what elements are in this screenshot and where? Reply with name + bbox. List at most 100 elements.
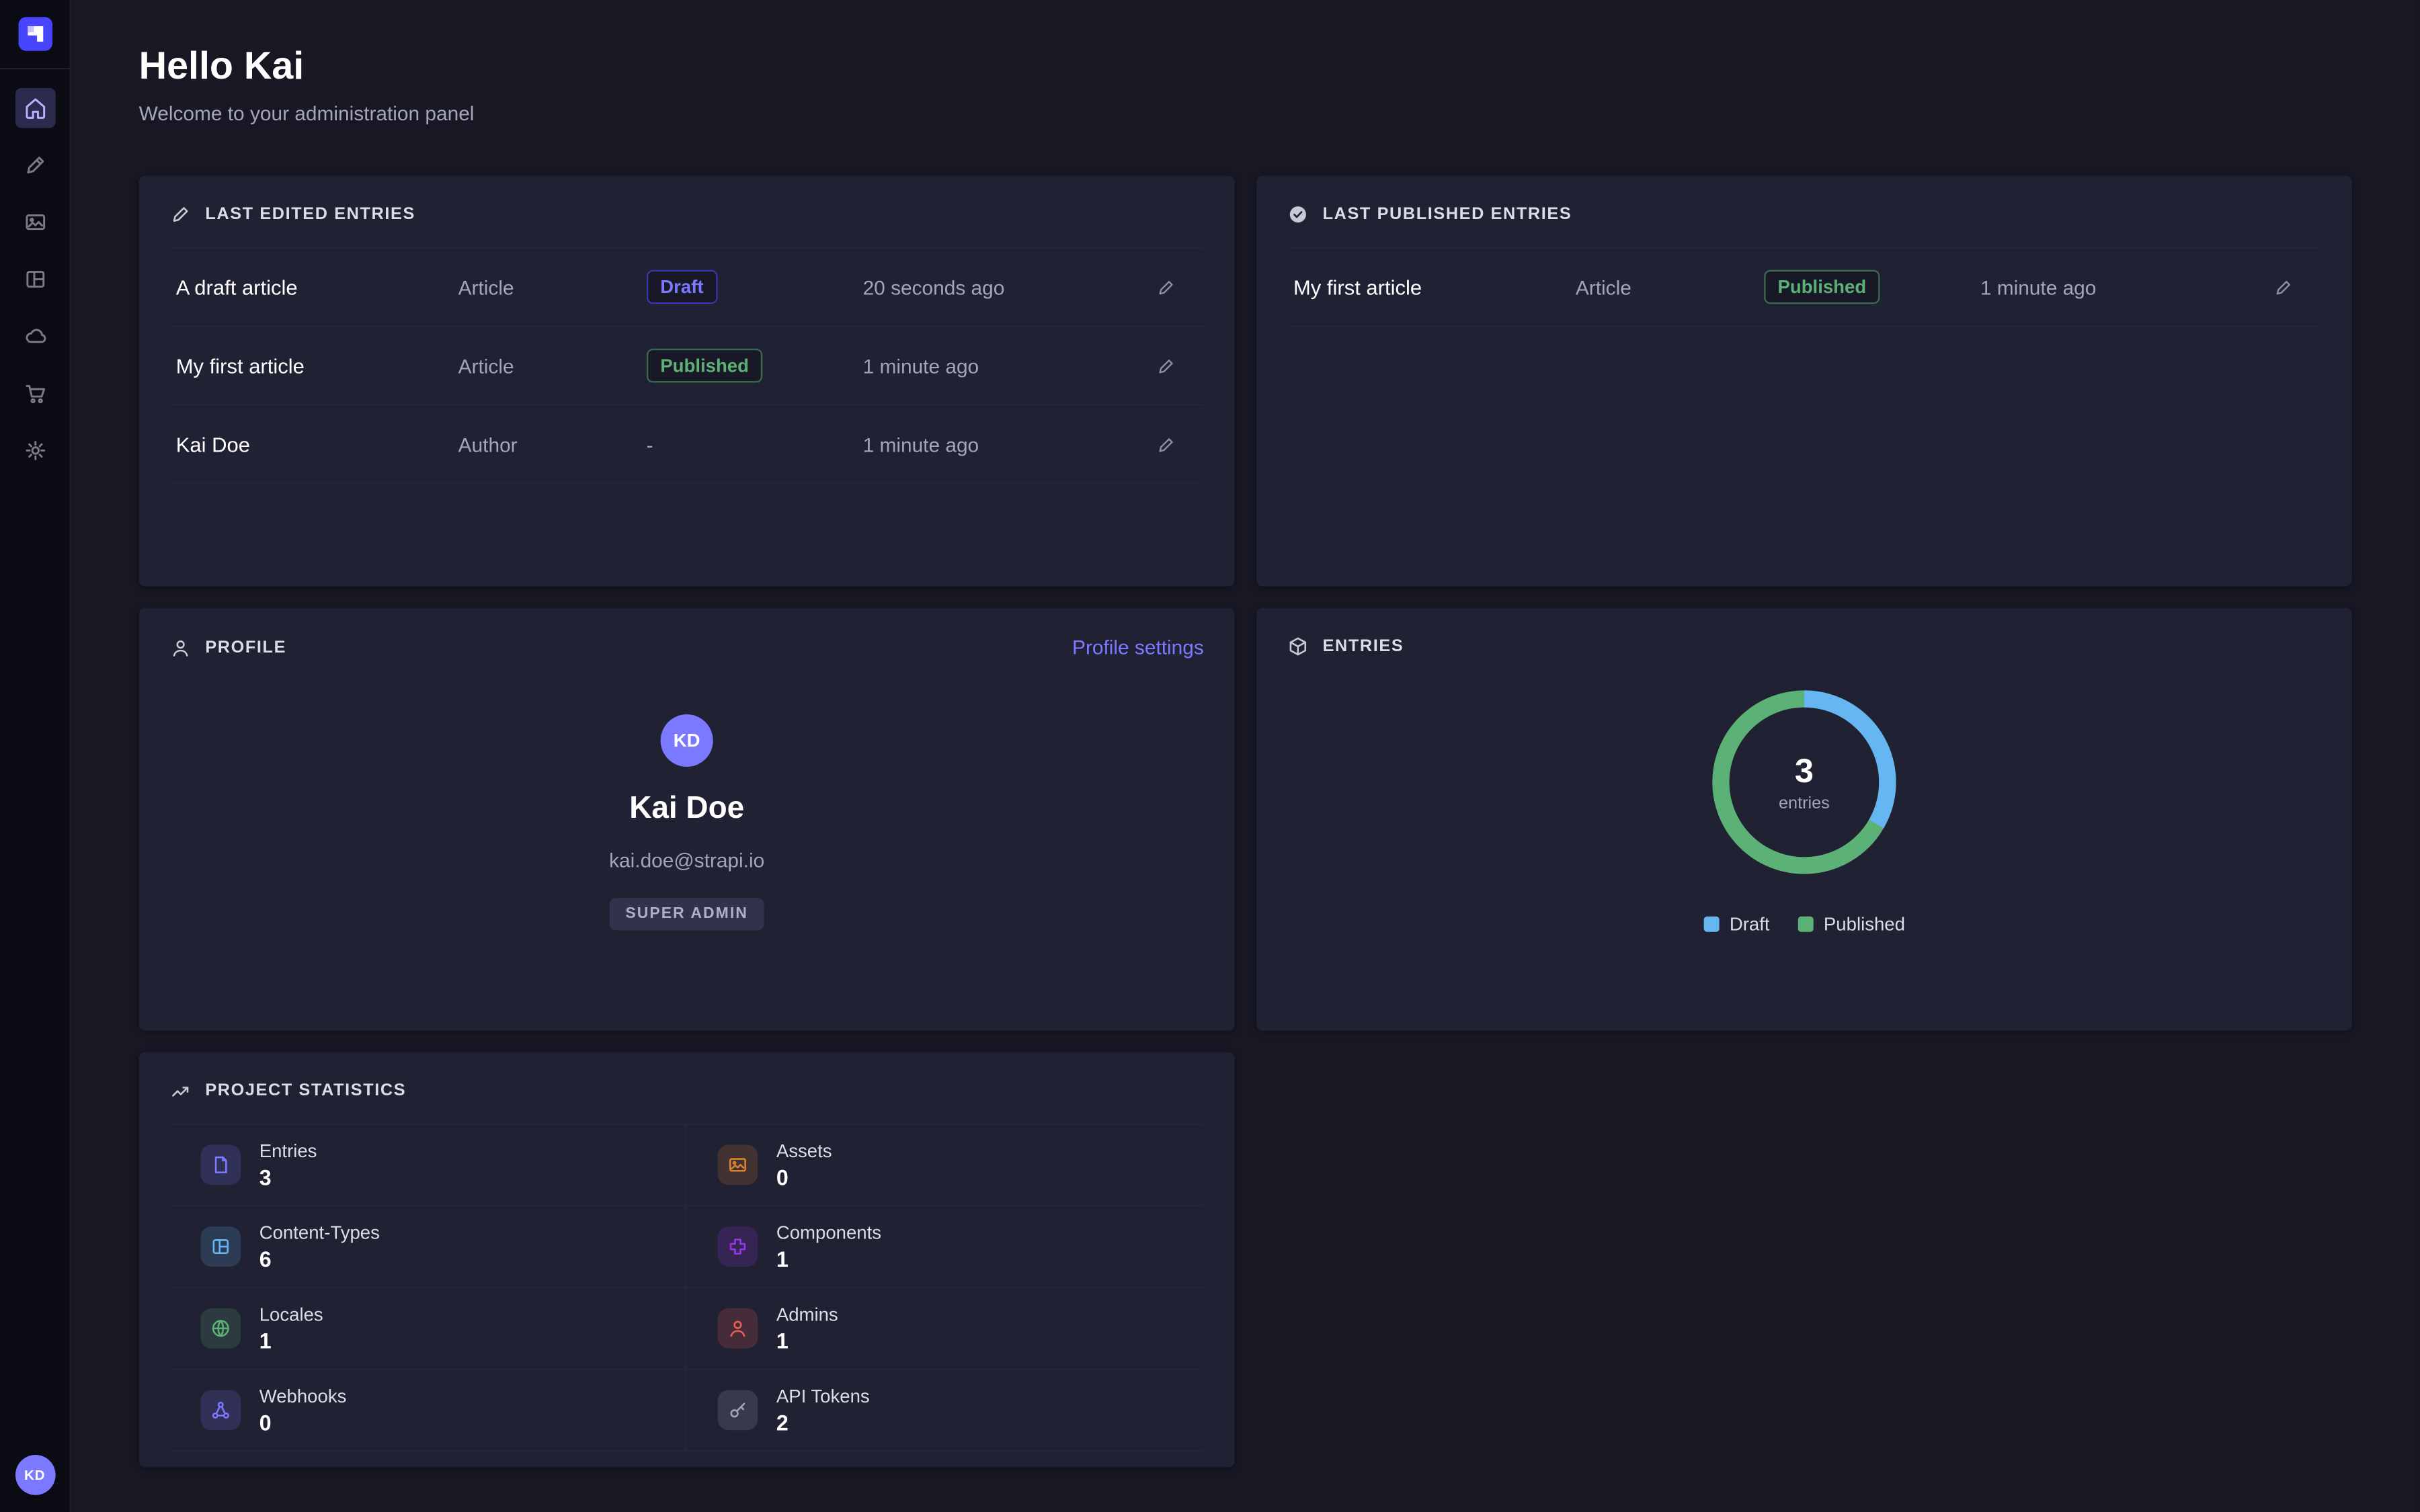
cube-icon: [1287, 636, 1309, 657]
sidebar-item-content-manager[interactable]: [15, 145, 55, 185]
stat-label: API Tokens: [776, 1386, 870, 1407]
entries-card: ENTRIES 3 entries: [1256, 608, 2352, 1031]
sidebar-item-marketplace[interactable]: [15, 374, 55, 414]
stat-value: 0: [259, 1410, 347, 1435]
media-library-icon: [22, 210, 47, 235]
edit-pencil-icon: [1157, 434, 1177, 454]
stat-api-tokens: API Tokens2: [687, 1370, 1204, 1452]
entries-title: ENTRIES: [1323, 637, 1404, 656]
role-badge: SUPER ADMIN: [610, 898, 764, 930]
stat-value: 6: [259, 1247, 380, 1271]
published-swatch: [1798, 917, 1813, 932]
stat-value: 1: [776, 1247, 881, 1271]
profile-title: PROFILE: [205, 638, 286, 657]
sidebar-item-settings[interactable]: [15, 431, 55, 471]
entry-row[interactable]: My first article Article Published 1 min…: [170, 327, 1204, 406]
main-sidebar: KD: [0, 0, 71, 1512]
entry-name: Kai Doe: [176, 433, 458, 456]
donut-center: 3 entries: [1704, 682, 1904, 882]
sidebar-item-home[interactable]: [15, 88, 55, 128]
legend-label: Published: [1824, 913, 1905, 935]
profile-settings-link[interactable]: Profile settings: [1072, 636, 1204, 659]
home-icon: [22, 95, 47, 120]
cloud-icon: [22, 324, 47, 349]
edit-entry-button[interactable]: [1145, 423, 1188, 466]
entry-row[interactable]: A draft article Article Draft 20 seconds…: [170, 249, 1204, 327]
donut-total: 3: [1795, 751, 1814, 792]
assets-icon: [718, 1145, 758, 1185]
last-edited-rows: A draft article Article Draft 20 seconds…: [170, 247, 1204, 485]
entry-time: 1 minute ago: [863, 433, 1145, 456]
status-none: -: [647, 433, 863, 456]
status-badge: Published: [1764, 270, 1880, 304]
last-edited-header: LAST EDITED ENTRIES: [170, 204, 1204, 225]
entry-type: Author: [458, 433, 647, 456]
project-statistics-header: PROJECT STATISTICS: [170, 1080, 1204, 1101]
entry-name: My first article: [1293, 276, 1576, 298]
strapi-logo-icon: [26, 25, 44, 44]
donut-total-label: entries: [1779, 794, 1830, 813]
entry-row[interactable]: Kai Doe Author - 1 minute ago: [170, 406, 1204, 485]
last-edited-title: LAST EDITED ENTRIES: [205, 205, 415, 224]
entry-name: My first article: [176, 354, 458, 377]
project-statistics-card: PROJECT STATISTICS Entries3 Assets0: [139, 1052, 1235, 1468]
stat-label: Content-Types: [259, 1222, 380, 1243]
settings-gear-icon: [22, 438, 47, 463]
page-subtitle: Welcome to your administration panel: [139, 102, 2352, 125]
sidebar-item-cloud[interactable]: [15, 317, 55, 357]
edit-entry-button[interactable]: [1145, 344, 1188, 387]
entry-type: Article: [458, 276, 647, 298]
user-avatar[interactable]: KD: [15, 1455, 55, 1495]
sidebar-item-media-library[interactable]: [15, 202, 55, 243]
content-manager-icon: [22, 153, 47, 177]
api-tokens-key-icon: [718, 1390, 758, 1431]
entry-time: 20 seconds ago: [863, 276, 1145, 298]
entry-time: 1 minute ago: [1980, 276, 2263, 298]
project-statistics-title: PROJECT STATISTICS: [205, 1081, 406, 1100]
stat-label: Locales: [259, 1304, 323, 1325]
content-type-builder-icon: [22, 267, 47, 292]
entry-type: Article: [1576, 276, 1764, 298]
last-published-rows: My first article Article Published 1 min…: [1287, 247, 2321, 327]
profile-card: PROFILE Profile settings KD Kai Doe kai.…: [139, 608, 1235, 1031]
legend-label: Draft: [1730, 913, 1770, 935]
strapi-logo[interactable]: [17, 17, 52, 51]
stat-value: 3: [259, 1165, 317, 1189]
stat-components: Components1: [687, 1206, 1204, 1288]
entry-time: 1 minute ago: [863, 354, 1145, 377]
marketplace-cart-icon: [22, 381, 47, 406]
stat-value: 1: [776, 1329, 838, 1353]
stat-label: Webhooks: [259, 1386, 347, 1407]
edit-entry-button[interactable]: [2263, 265, 2306, 308]
entry-name: A draft article: [176, 276, 458, 298]
legend-item-published: Published: [1798, 913, 1905, 935]
status-badge: Draft: [647, 270, 718, 304]
trending-up-icon: [170, 1080, 192, 1101]
last-published-entries-card: LAST PUBLISHED ENTRIES My first article …: [1256, 176, 2352, 587]
draft-swatch: [1703, 917, 1719, 932]
entries-icon: [200, 1145, 241, 1185]
donut-legend: Draft Published: [1703, 913, 1905, 935]
stat-value: 1: [259, 1329, 323, 1353]
profile-name: Kai Doe: [629, 792, 744, 827]
sidebar-divider: [0, 68, 69, 69]
edit-entry-button[interactable]: [1145, 265, 1188, 308]
components-icon: [718, 1226, 758, 1267]
sidebar-item-content-type-builder[interactable]: [15, 259, 55, 300]
stat-webhooks: Webhooks 0: [170, 1370, 687, 1452]
profile-body: KD Kai Doe kai.doe@strapi.io SUPER ADMIN: [170, 659, 1204, 930]
last-published-header: LAST PUBLISHED ENTRIES: [1287, 204, 2321, 225]
last-published-title: LAST PUBLISHED ENTRIES: [1323, 205, 1572, 224]
check-circle-icon: [1287, 204, 1309, 225]
edit-pencil-icon: [1157, 277, 1177, 297]
webhooks-icon: [200, 1390, 241, 1431]
edit-pencil-icon: [1157, 355, 1177, 376]
main-content: Hello Kai Welcome to your administration…: [71, 0, 2420, 1512]
entries-body: 3 entries Draft Published: [1287, 657, 2321, 935]
entry-row[interactable]: My first article Article Published 1 min…: [1287, 249, 2321, 327]
stats-table: Entries3 Assets0 Content-Types6: [170, 1123, 1204, 1452]
profile-email: kai.doe@strapi.io: [609, 849, 764, 872]
stat-locales: Locales 1: [170, 1288, 687, 1370]
legend-item-draft: Draft: [1703, 913, 1770, 935]
profile-header: PROFILE Profile settings: [170, 636, 1204, 659]
